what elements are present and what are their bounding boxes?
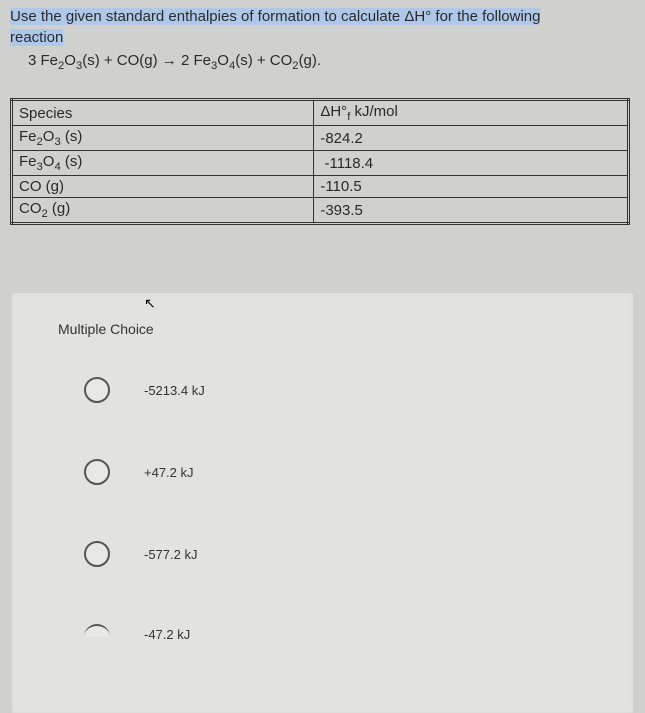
table-row: Fe2O3 (s) -824.2 <box>12 126 629 151</box>
question-line2: reaction <box>10 29 63 46</box>
enthalpy-table: Species ΔH°f kJ/mol Fe2O3 (s) -824.2 Fe3… <box>10 98 630 225</box>
equation: 3 Fe2O3(s) + CO(g) → 2 Fe3O4(s) + CO2(g)… <box>10 48 635 82</box>
option-label: -577.2 kJ <box>144 547 197 562</box>
radio-icon[interactable] <box>84 459 110 485</box>
option-4[interactable]: -47.2 kJ <box>84 623 633 638</box>
cursor-icon: ↖ <box>144 295 156 312</box>
cell-species: CO (g) <box>12 176 314 198</box>
table-row: Fe3O4 (s) -1118.4 <box>12 151 629 176</box>
cell-value: -110.5 <box>314 176 629 198</box>
option-label: -47.2 kJ <box>144 627 190 642</box>
cell-species: Fe3O4 (s) <box>12 151 314 176</box>
table-row: CO (g) -110.5 <box>12 176 629 198</box>
radio-icon[interactable] <box>84 377 110 403</box>
option-1[interactable]: -5213.4 kJ <box>84 377 633 403</box>
cell-value: -824.2 <box>314 126 629 151</box>
question-line1: Use the given standard enthalpies of for… <box>10 8 540 25</box>
cell-value: -1118.4 <box>314 151 629 176</box>
mc-title: Multiple Choice <box>12 321 633 337</box>
cell-value: -393.5 <box>314 198 629 224</box>
radio-icon[interactable] <box>84 624 110 637</box>
multiple-choice-section: Multiple Choice -5213.4 kJ +47.2 kJ -577… <box>12 293 633 713</box>
option-label: +47.2 kJ <box>144 465 194 480</box>
radio-icon[interactable] <box>84 541 110 567</box>
table-row: CO2 (g) -393.5 <box>12 198 629 224</box>
option-2[interactable]: +47.2 kJ <box>84 459 633 485</box>
header-species: Species <box>12 100 314 126</box>
option-label: -5213.4 kJ <box>144 383 205 398</box>
cell-species: CO2 (g) <box>12 198 314 224</box>
table-header-row: Species ΔH°f kJ/mol <box>12 100 629 126</box>
option-3[interactable]: -577.2 kJ <box>84 541 633 567</box>
header-value: ΔH°f kJ/mol <box>314 100 629 126</box>
question-text: Use the given standard enthalpies of for… <box>10 6 635 48</box>
cell-species: Fe2O3 (s) <box>12 126 314 151</box>
question-area: Use the given standard enthalpies of for… <box>0 0 645 92</box>
options-list: -5213.4 kJ +47.2 kJ -577.2 kJ -47.2 kJ <box>12 337 633 638</box>
